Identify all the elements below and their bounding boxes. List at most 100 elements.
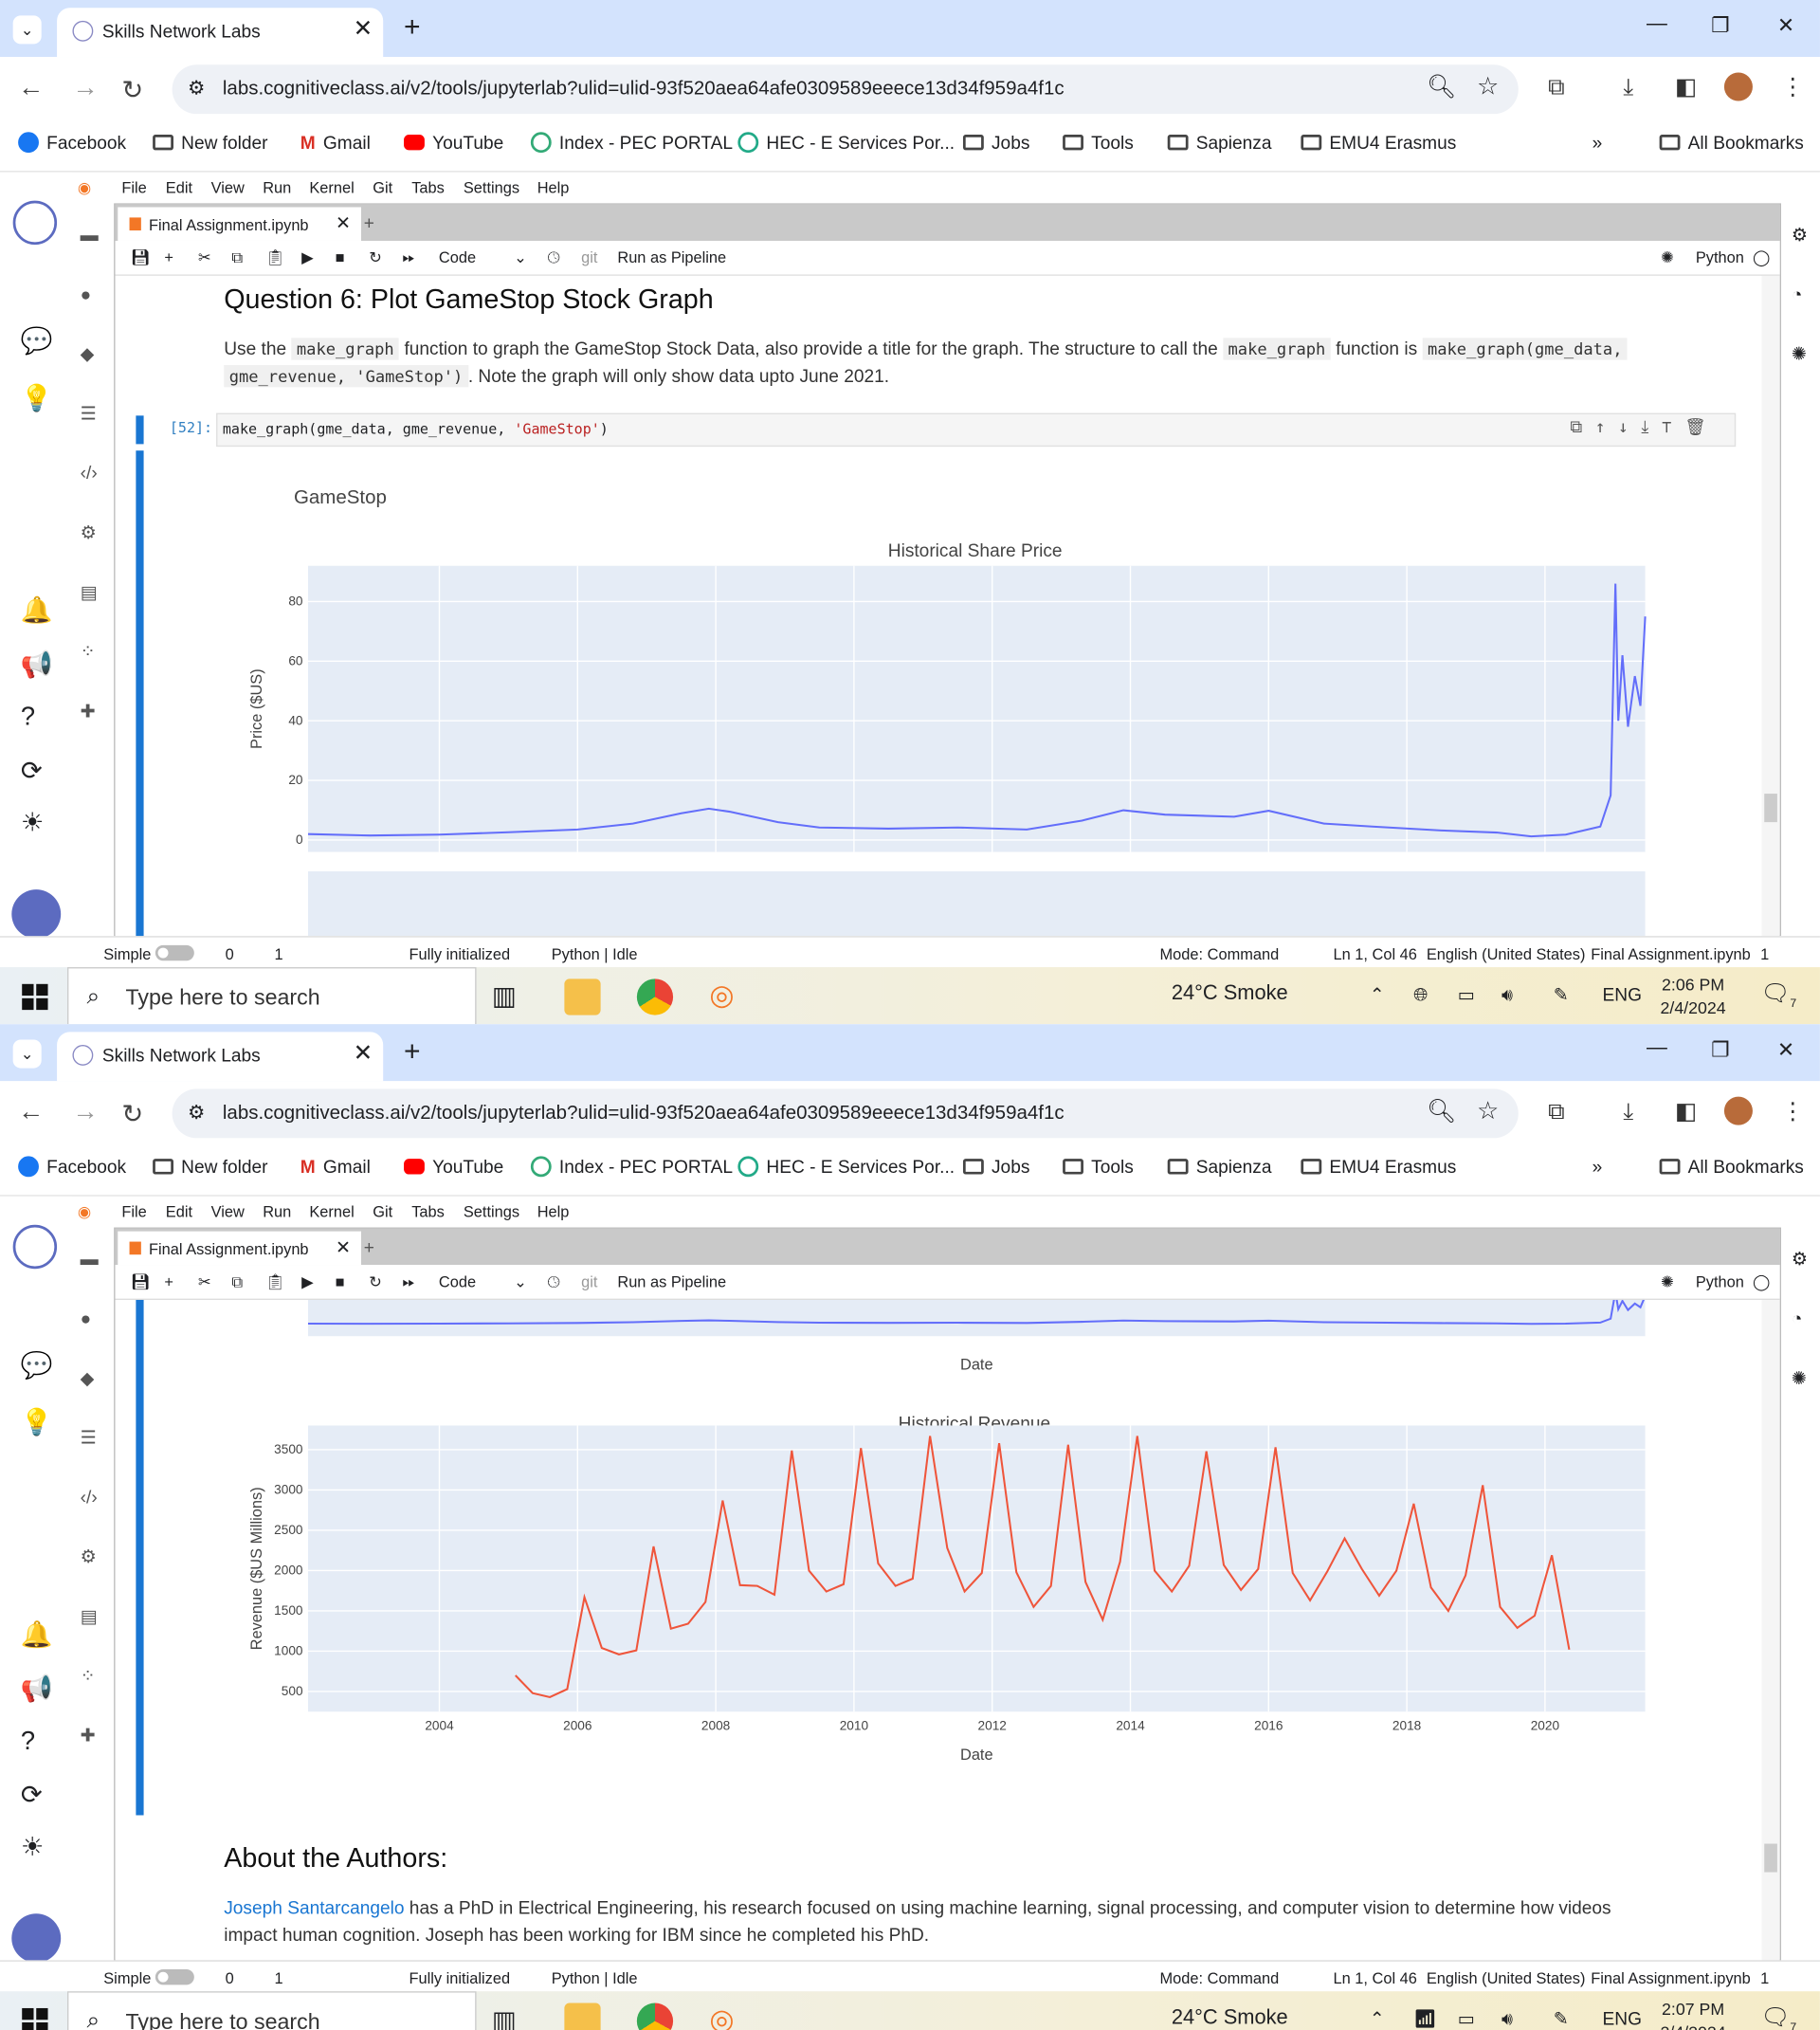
taskbar-search[interactable]: ⌕ Type here to search [67,1991,477,2030]
scrollbar-thumb[interactable] [1764,1843,1777,1873]
user-avatar-icon[interactable] [11,1913,62,1964]
avatar[interactable] [1723,72,1753,101]
menu-settings[interactable]: Settings [464,178,519,196]
weather-widget[interactable]: 24°C Smoke [1172,982,1288,1006]
chat-icon[interactable]: 💬 [21,1349,53,1381]
cell-type-select[interactable]: Code [439,1272,476,1290]
tray-chevron-icon[interactable]: ⌃ [1370,2008,1385,2030]
restart-icon[interactable]: ↻ [369,248,382,266]
skills-logo-icon[interactable] [12,200,58,246]
reload-icon[interactable]: ↻ [121,1098,143,1130]
close-icon[interactable]: ✕ [336,212,351,234]
notification-count[interactable]: 1 [1760,1969,1769,1987]
run-as-pipeline-button[interactable]: Run as Pipeline [617,248,726,266]
insert-cell-icon[interactable]: + [164,248,173,266]
bookmark-youtube[interactable]: YouTube [404,1156,503,1177]
bookmark-jobs[interactable]: Jobs [962,1156,1029,1177]
lsp-status[interactable]: Fully initialized [410,945,511,963]
apps-icon[interactable]: ⁘ [81,641,96,663]
kernel-status[interactable]: Python | Idle [552,1969,638,1987]
chevron-down-icon[interactable]: ⌄ [514,1272,527,1290]
code-snippets-icon[interactable]: ‹/› [81,1487,98,1508]
bookmark-pec[interactable]: Index - PEC PORTAL [530,1156,733,1178]
reload-icon[interactable]: ↻ [121,74,143,106]
chrome-icon[interactable] [636,978,674,1015]
battery-icon[interactable]: ▭ [1458,984,1475,1006]
tab-search-button[interactable]: ⌄ [12,15,42,45]
bookmark-new-folder[interactable]: New folder [153,132,268,153]
pen-icon[interactable]: ✎ [1554,984,1569,1006]
menu-help[interactable]: Help [537,178,570,196]
notification-icon[interactable]: 🗨︎7 [1760,2004,1796,2030]
folder-icon[interactable]: ▬ [81,224,99,245]
help-icon[interactable]: ? [21,703,35,732]
extensions-icon[interactable]: ✚ [81,701,96,722]
clock-icon[interactable]: 🕓︎ [548,248,560,267]
menu-edit[interactable]: Edit [166,178,192,196]
bookmark-star-icon[interactable]: ☆ [1477,1097,1499,1126]
file-explorer-icon[interactable] [564,978,601,1015]
extensions-icon[interactable]: ⧉ [1548,1098,1565,1125]
bookmark-gmail[interactable]: M Gmail [300,1156,371,1177]
paste-icon[interactable]: 📋︎ [265,248,285,266]
bell-icon[interactable]: 🔔 [21,594,53,627]
sync-icon[interactable]: ⟳ [21,1779,43,1811]
git-label[interactable]: git [581,1272,597,1290]
terminals-count[interactable]: 0 [226,1969,234,1987]
menu-tabs[interactable]: Tabs [411,178,445,196]
property-inspector-icon[interactable]: ⚙ [1792,1248,1808,1270]
palette-icon[interactable]: ▤ [81,1605,98,1627]
menu-git[interactable]: Git [373,1203,392,1221]
close-window-icon[interactable]: ✕ [1777,1037,1794,1063]
cursor-position[interactable]: Ln 1, Col 46 [1334,1969,1417,1987]
language-indicator[interactable]: English (United States) [1427,1969,1586,1987]
volume-icon[interactable]: 🔊︎ [1502,2008,1513,2030]
lsp-status[interactable]: Fully initialized [410,1969,511,1987]
cut-icon[interactable]: ✂ [198,1272,211,1290]
windows-start-icon[interactable] [22,2007,48,2030]
kernels-count[interactable]: 1 [274,1969,282,1987]
scrollbar[interactable] [1761,275,1780,937]
terminals-count[interactable]: 0 [226,945,234,963]
menu-git[interactable]: Git [373,178,392,196]
running-icon[interactable]: ● [81,283,92,304]
save-icon[interactable]: 💾︎ [131,1272,151,1290]
all-bookmarks-button[interactable]: All Bookmarks [1659,1156,1804,1177]
toc-icon[interactable]: ☰ [81,1427,97,1449]
site-info-icon[interactable]: ⚙ [188,77,205,100]
address-bar[interactable]: ⚙ labs.cognitiveclass.ai/v2/tools/jupyte… [172,1088,1519,1139]
lightbulb-icon[interactable]: 💡 [21,1406,53,1438]
task-view-icon[interactable]: ▥ [492,980,528,1016]
bookmark-star-icon[interactable]: ☆ [1477,72,1499,101]
bell-icon[interactable]: 🔔 [21,1619,53,1651]
author-link[interactable]: Joseph Santarcangelo [224,1897,404,1918]
forward-icon[interactable]: → [72,1098,98,1127]
kernel-bug-icon[interactable]: ✺ [1661,1272,1674,1290]
bookmarks-overflow-button[interactable]: » [1592,132,1603,153]
menu-file[interactable]: File [121,178,146,196]
menu-tabs[interactable]: Tabs [411,1203,445,1221]
forward-icon[interactable]: → [72,74,98,103]
extensions-icon[interactable]: ✚ [81,1725,96,1747]
close-icon[interactable]: ✕ [336,1236,351,1258]
minimize-icon[interactable]: — [1647,13,1667,37]
git-icon[interactable]: ◆ [81,1367,95,1389]
menu-run[interactable]: Run [263,1203,291,1221]
menu-kernel[interactable]: Kernel [309,178,354,196]
browser-tab[interactable]: Skills Network Labs ✕ [57,8,384,58]
scrollbar[interactable] [1761,1300,1780,1961]
globe-icon[interactable]: 🌐︎ [1413,984,1428,1006]
volume-icon[interactable]: 🔊︎ [1502,984,1513,1006]
bookmarks-overflow-button[interactable]: » [1592,1156,1603,1177]
copy-icon[interactable]: ⧉ [231,248,243,267]
all-bookmarks-button[interactable]: All Bookmarks [1659,132,1804,153]
kernel-status[interactable]: Python | Idle [552,945,638,963]
menu-settings[interactable]: Settings [464,1203,519,1221]
kernel-name[interactable]: Python [1696,248,1744,266]
side-panel-icon[interactable]: ◧ [1675,74,1697,101]
browser-tab[interactable]: Skills Network Labs ✕ [57,1032,384,1082]
notification-count[interactable]: 1 [1760,945,1769,963]
sync-icon[interactable]: ⟳ [21,755,43,787]
chrome-icon[interactable] [636,2003,674,2030]
copy-icon[interactable]: ⧉ [231,1272,243,1291]
